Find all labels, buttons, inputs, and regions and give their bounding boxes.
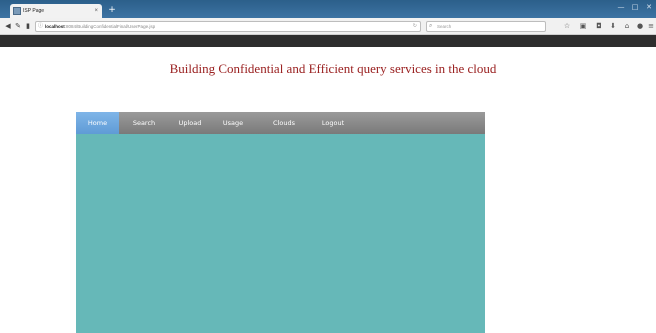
page-title: Building Confidential and Efficient quer… bbox=[169, 61, 497, 76]
menu-item-home[interactable]: Home bbox=[76, 112, 119, 134]
content-panel: Home Search Upload Usage Clouds Logout bbox=[76, 112, 485, 333]
library-icon[interactable]: ▣ bbox=[578, 21, 588, 32]
favicon-icon bbox=[13, 7, 21, 15]
tab-title: ISP Page bbox=[23, 8, 45, 14]
addon-icon[interactable]: ● bbox=[635, 21, 645, 32]
site-info-icon[interactable]: ⓘ bbox=[38, 22, 43, 31]
menu-item-usage[interactable]: Usage bbox=[217, 112, 249, 134]
menu-item-logout[interactable]: Logout bbox=[314, 112, 352, 134]
maximize-icon[interactable]: □ bbox=[628, 2, 642, 12]
search-bar[interactable]: ⌕ Search bbox=[426, 21, 546, 32]
tab-close-icon[interactable]: × bbox=[94, 4, 98, 18]
url-path: :8084/BuildingConfidentialFinal/UserPage… bbox=[64, 24, 156, 29]
new-tab-button[interactable]: + bbox=[106, 4, 118, 16]
download-icon[interactable]: ⬇ bbox=[608, 21, 618, 32]
minimize-icon[interactable]: — bbox=[614, 2, 628, 12]
toolbar-strip bbox=[0, 35, 656, 47]
back-arrow-icon[interactable]: ◀ bbox=[3, 21, 13, 32]
search-icon: ⌕ bbox=[429, 23, 433, 29]
home-icon[interactable]: ⌂ bbox=[622, 21, 632, 32]
close-window-icon[interactable]: ✕ bbox=[642, 2, 656, 12]
url-bar[interactable]: ⓘ localhost:8084/BuildingConfidentialFin… bbox=[35, 21, 421, 32]
browser-tab[interactable]: ISP Page × bbox=[10, 4, 102, 18]
wrench-icon[interactable]: ✎ bbox=[13, 21, 23, 32]
main-menu: Home Search Upload Usage Clouds Logout bbox=[76, 112, 485, 134]
star-icon[interactable]: ☆ bbox=[562, 21, 572, 32]
browser-tab-bar: ISP Page × + — □ ✕ bbox=[0, 0, 656, 18]
search-placeholder: Search bbox=[437, 24, 452, 29]
menu-item-upload[interactable]: Upload bbox=[172, 112, 208, 134]
browser-nav-bar: ◀ ✎ ▮ ⓘ localhost:8084/BuildingConfident… bbox=[0, 18, 656, 35]
refresh-icon[interactable]: ↻ bbox=[413, 22, 417, 31]
menu-item-search[interactable]: Search bbox=[126, 112, 162, 134]
pocket-icon[interactable]: ◘ bbox=[594, 21, 604, 32]
menu-item-clouds[interactable]: Clouds bbox=[266, 112, 302, 134]
url-host: localhost bbox=[45, 24, 65, 29]
menu-icon[interactable]: ≡ bbox=[646, 21, 656, 32]
bars-icon[interactable]: ▮ bbox=[23, 21, 33, 32]
